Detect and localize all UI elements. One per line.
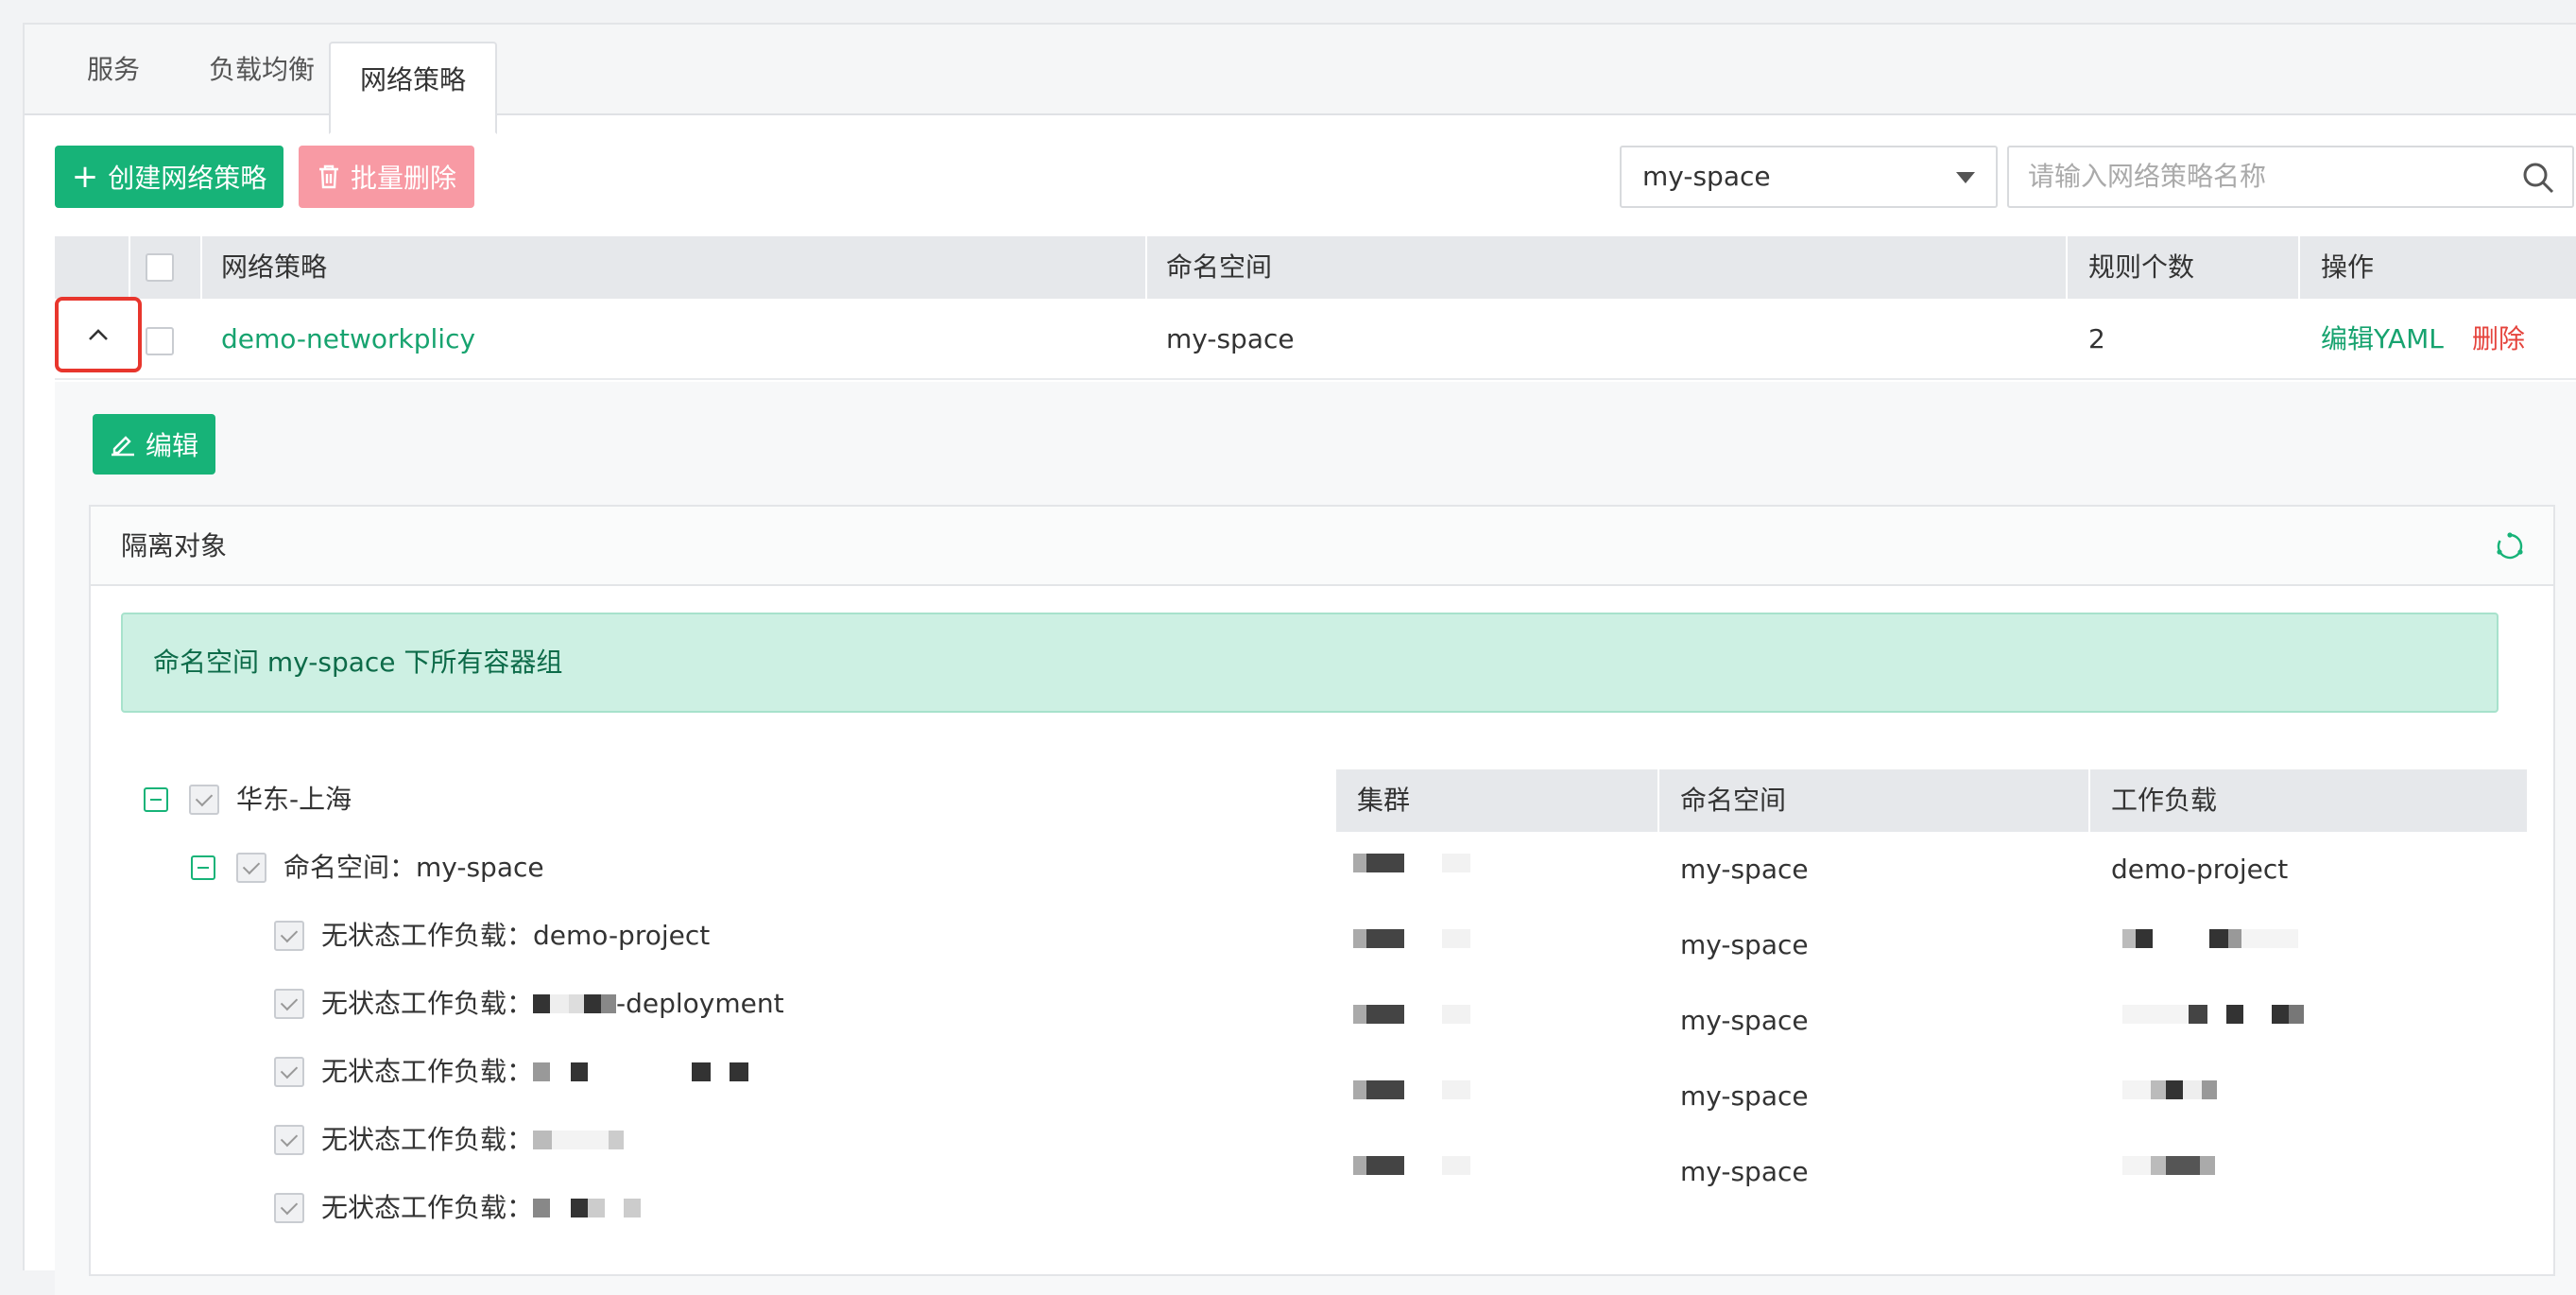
tree-node-region: 华东-上海 — [144, 781, 352, 819]
redacted-workload — [2122, 1155, 2311, 1175]
select-all-checkbox[interactable] — [146, 253, 174, 282]
isolation-target-header: 隔离对象 — [91, 507, 2553, 586]
redacted-cluster — [1353, 1079, 1495, 1099]
plus-icon: + — [71, 158, 99, 196]
workload-checkbox[interactable] — [274, 1193, 304, 1223]
table-header: 网络策略 命名空间 规则个数 操作 — [55, 236, 2576, 299]
workload-row-namespace: my-space — [1680, 929, 1809, 960]
create-button-label: 创建网络策略 — [108, 163, 267, 194]
chevron-down-icon — [1956, 172, 1975, 183]
workload-label: 无状态工作负载： — [321, 1056, 534, 1087]
collapse-minus-icon[interactable] — [191, 855, 215, 880]
column-header-namespace: 命名空间 — [1680, 785, 1787, 816]
redacted-cluster — [1353, 1155, 1495, 1175]
redacted-text — [533, 1131, 625, 1149]
policy-name-link[interactable]: demo-networkplicy — [221, 299, 475, 380]
column-header-policy: 网络策略 — [221, 251, 328, 283]
workload-checkbox[interactable] — [274, 1125, 304, 1155]
edit-button-label: 编辑 — [145, 430, 198, 461]
workload-row-namespace: my-space — [1680, 854, 1809, 885]
namespace-select[interactable]: my-space — [1620, 146, 1998, 208]
tab-network-policy[interactable]: 网络策略 — [329, 42, 497, 134]
search-box — [2007, 146, 2574, 208]
redacted-text — [533, 1062, 749, 1081]
workload-row-name: demo-project — [2111, 854, 2289, 885]
tree-node-workload: 无状态工作负载： — [274, 1189, 642, 1227]
redacted-cluster — [1353, 928, 1495, 948]
column-header-namespace: 命名空间 — [1166, 251, 1273, 283]
redacted-workload — [2122, 1004, 2368, 1024]
tree-node-workload: 无状态工作负载： — [274, 1053, 749, 1091]
column-header-workload: 工作负载 — [2111, 785, 2218, 816]
search-input[interactable] — [2028, 147, 2500, 206]
workload-name: demo-project — [533, 920, 711, 951]
collapse-row-button[interactable] — [55, 297, 142, 372]
redacted-text — [533, 1199, 642, 1217]
column-header-rule-count: 规则个数 — [2088, 251, 2195, 283]
row-rule-count: 2 — [2088, 323, 2105, 354]
workload-label: 无状态工作负载： — [321, 988, 534, 1019]
collapse-minus-icon[interactable] — [144, 787, 168, 812]
isolation-target-title: 隔离对象 — [121, 530, 228, 561]
tree-node-workload: 无状态工作负载： — [274, 1121, 625, 1159]
workload-label: 无状态工作负载： — [321, 920, 534, 951]
workload-label: 无状态工作负载： — [321, 1192, 534, 1223]
namespace-alert: 命名空间 my-space 下所有容器组 — [121, 613, 2499, 713]
tree-node-namespace: 命名空间：my-space — [191, 849, 544, 887]
namespace-select-value: my-space — [1642, 161, 1771, 192]
content-panel: 服务 负载均衡 网络策略 + 创建网络策略 批量删除 my-space 网络策略 — [23, 23, 2576, 1295]
tab-bar: 服务 负载均衡 网络策略 — [25, 25, 2576, 134]
tab-load-balancing[interactable]: 负载均衡 — [181, 25, 342, 115]
region-label: 华东-上海 — [236, 784, 352, 815]
namespace-node-label: 命名空间：my-space — [283, 852, 544, 883]
table-row: demo-networkplicy my-space 2 编辑YAML 删除 — [55, 299, 2576, 380]
redacted-text — [533, 994, 617, 1013]
delete-link[interactable]: 删除 — [2472, 299, 2525, 380]
tab-services[interactable]: 服务 — [57, 25, 170, 115]
column-header-cluster: 集群 — [1357, 785, 1411, 816]
chevron-up-icon — [89, 329, 108, 340]
workload-table-header: 集群 命名空间 工作负载 — [1336, 769, 2527, 832]
column-header-actions: 操作 — [2321, 251, 2375, 283]
redacted-workload — [2122, 1079, 2311, 1099]
workload-row-namespace: my-space — [1680, 1080, 1809, 1112]
pencil-icon — [111, 436, 134, 457]
batch-delete-button[interactable]: 批量删除 — [299, 146, 474, 208]
batch-delete-label: 批量删除 — [350, 163, 456, 194]
workload-row-namespace: my-space — [1680, 1156, 1809, 1187]
workload-checkbox[interactable] — [274, 989, 304, 1019]
trash-icon — [318, 164, 338, 189]
workload-name: -deployment — [616, 988, 784, 1019]
create-network-policy-button[interactable]: + 创建网络策略 — [55, 146, 283, 208]
row-checkbox[interactable] — [146, 327, 174, 355]
redacted-cluster — [1353, 853, 1495, 872]
refresh-icon[interactable] — [2495, 531, 2525, 561]
tree-node-workload: 无状态工作负载： demo-project — [274, 917, 710, 955]
edit-yaml-link[interactable]: 编辑YAML — [2321, 299, 2444, 380]
namespace-checkbox[interactable] — [236, 853, 266, 883]
page: 服务 负载均衡 网络策略 + 创建网络策略 批量删除 my-space 网络策略 — [0, 0, 2576, 1295]
workload-row-namespace: my-space — [1680, 1005, 1809, 1036]
redacted-cluster — [1353, 1004, 1495, 1024]
region-checkbox[interactable] — [189, 785, 219, 815]
tree-node-workload: 无状态工作负载： -deployment — [274, 985, 784, 1023]
search-icon[interactable] — [2521, 161, 2555, 195]
redacted-workload — [2122, 928, 2368, 948]
edit-button[interactable]: 编辑 — [93, 414, 215, 475]
workload-label: 无状态工作负载： — [321, 1124, 534, 1155]
workload-checkbox[interactable] — [274, 1057, 304, 1087]
row-namespace: my-space — [1166, 323, 1295, 354]
workload-checkbox[interactable] — [274, 921, 304, 951]
